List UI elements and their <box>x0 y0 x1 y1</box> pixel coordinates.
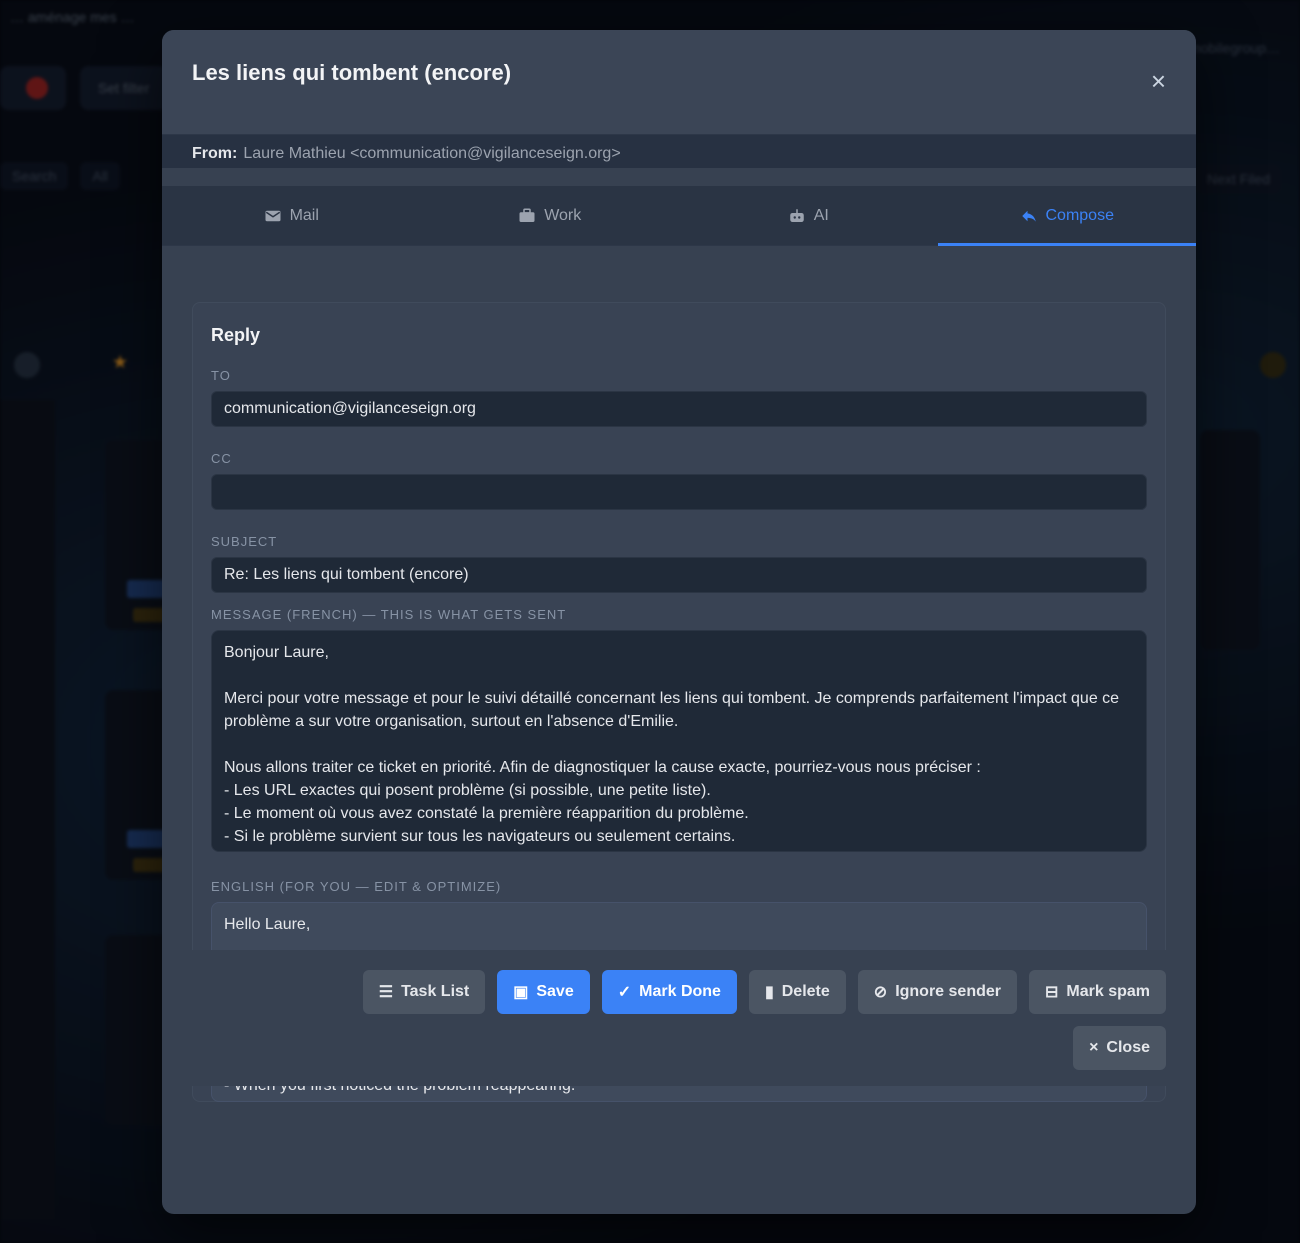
from-label: From: <box>192 145 238 162</box>
tab-compose[interactable]: Compose <box>937 186 1197 246</box>
subject-label: SUBJECT <box>211 534 278 549</box>
close-row: × Close <box>192 1026 1166 1070</box>
mark-spam-button[interactable]: ⊟ Mark spam <box>1029 970 1166 1014</box>
from-value: Laure Mathieu <communication@vigilancese… <box>243 145 621 162</box>
mail-icon <box>265 210 281 221</box>
tab-label: Compose <box>1045 206 1114 224</box>
save-icon: ▣ <box>513 984 529 1001</box>
spam-icon: ⊟ <box>1045 984 1059 1001</box>
action-buttons: ☰ Task List ▣ Save ✓ Mark Done ▮ Delete … <box>192 970 1166 1014</box>
button-label: Task List <box>401 983 470 1000</box>
modal-footer: ☰ Task List ▣ Save ✓ Mark Done ▮ Delete … <box>162 950 1196 1086</box>
message-french-label: MESSAGE (FRENCH) — THIS IS WHAT GETS SEN… <box>211 607 567 622</box>
modal-title: Les liens qui tombent (encore) <box>192 60 512 85</box>
button-label: Delete <box>781 983 830 1000</box>
email-modal: Les liens qui tombent (encore) × From: La… <box>162 30 1196 1214</box>
checkmark-icon: ✓ <box>617 984 632 1001</box>
cc-label: CC <box>211 451 232 466</box>
from-row: From: Laure Mathieu <communication@vigila… <box>162 134 1196 168</box>
tab-label: Work <box>544 206 582 224</box>
list-icon: ☰ <box>378 984 394 1001</box>
button-label: Mark Done <box>639 983 721 1000</box>
task-list-button[interactable]: ☰ Task List <box>362 970 486 1014</box>
compose-body: Reply TO CC SUBJECT MESSAGE (FRENCH) — T… <box>162 246 1196 1102</box>
subject-field[interactable] <box>211 557 1147 593</box>
tab-label: Mail <box>289 206 319 224</box>
to-field[interactable] <box>211 391 1147 427</box>
close-icon: × <box>1089 1039 1099 1056</box>
reply-icon <box>1021 210 1036 222</box>
save-button[interactable]: ▣ Save <box>497 970 590 1014</box>
tab-work[interactable]: Work <box>421 186 680 245</box>
reply-heading: Reply <box>211 325 261 345</box>
modal-tabs: Mail Work AI Compose <box>162 186 1196 246</box>
robot-icon <box>789 208 804 222</box>
ignore-sender-button[interactable]: ⊘ Ignore sender <box>857 970 1017 1014</box>
tab-label: AI <box>813 206 829 224</box>
close-icon[interactable]: × <box>1151 68 1166 94</box>
trash-icon: ▮ <box>764 984 774 1001</box>
button-label: Ignore sender <box>895 983 1001 1000</box>
button-label: Close <box>1106 1039 1150 1056</box>
briefcase-icon <box>519 208 535 222</box>
mark-done-button[interactable]: ✓ Mark Done <box>601 970 737 1014</box>
tab-mail[interactable]: Mail <box>162 186 421 245</box>
close-button[interactable]: × Close <box>1073 1026 1166 1070</box>
tab-ai[interactable]: AI <box>679 186 938 245</box>
button-label: Mark spam <box>1066 983 1150 1000</box>
modal-header: Les liens qui tombent (encore) × <box>162 30 1196 134</box>
to-label: TO <box>211 368 231 383</box>
mute-icon: ⊘ <box>873 984 888 1001</box>
english-label: ENGLISH (FOR YOU — EDIT & OPTIMIZE) <box>211 879 502 894</box>
divider <box>162 168 1196 186</box>
cc-field[interactable] <box>211 474 1147 510</box>
message-french-textarea[interactable]: Bonjour Laure, Merci pour votre message … <box>211 630 1147 852</box>
delete-button[interactable]: ▮ Delete <box>748 970 846 1014</box>
button-label: Save <box>536 983 574 1000</box>
